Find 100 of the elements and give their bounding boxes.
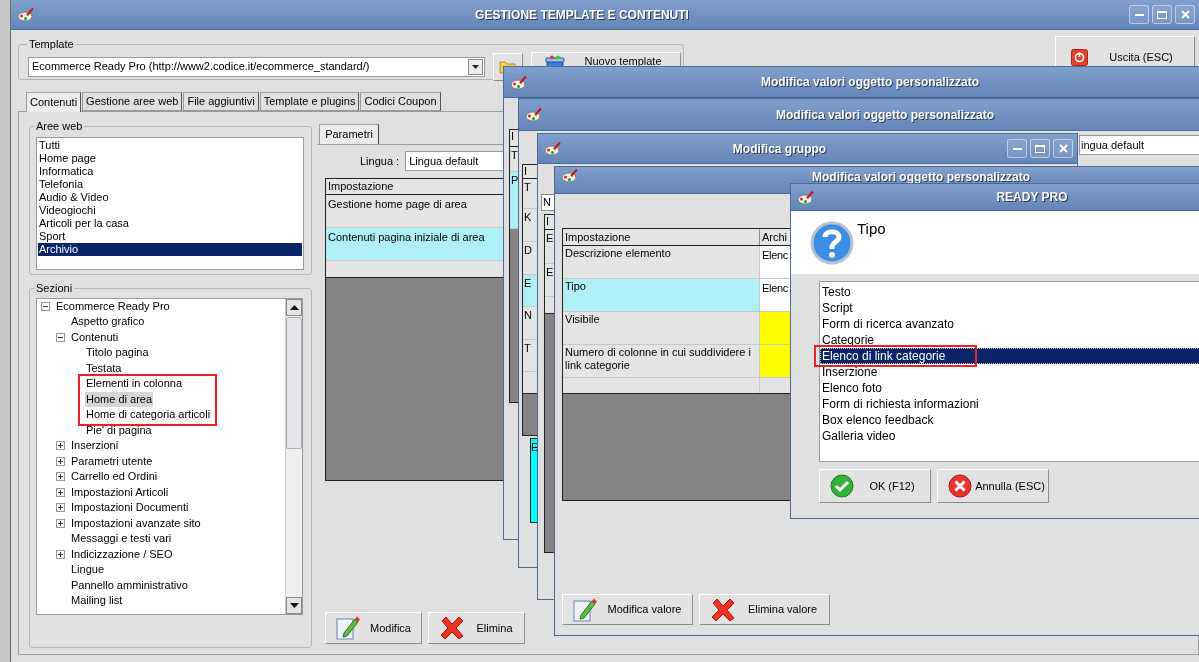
list-item[interactable]: Inserzione — [820, 364, 1199, 380]
tree-item[interactable]: Ecommerce Ready Pro — [55, 298, 171, 314]
window-title: Modifica valori oggetto personalizzato — [776, 106, 994, 124]
cancel-button[interactable]: Annulla (ESC) — [937, 469, 1049, 503]
tree-item[interactable]: Titolo pagina — [85, 345, 150, 361]
tree-item[interactable]: Parametri utente — [70, 453, 154, 469]
tree-item[interactable]: Aspetto grafico — [70, 314, 146, 330]
grid-row[interactable]: Contenuti pagina iniziale di area — [326, 228, 504, 261]
list-item[interactable]: Form di ricerca avanzato — [820, 316, 1199, 332]
collapse-icon[interactable] — [56, 332, 65, 342]
window-title: Modifica gruppo — [732, 140, 827, 158]
list-item[interactable]: Archivio — [38, 242, 302, 256]
minimize-icon — [1134, 13, 1144, 16]
minimize-button[interactable] — [1007, 139, 1027, 158]
expand-icon[interactable] — [56, 441, 65, 451]
list-item[interactable]: Categorie — [820, 332, 1199, 348]
action-button[interactable]: Modifica — [325, 612, 422, 644]
maximize-icon — [1035, 144, 1045, 153]
expand-icon[interactable] — [56, 549, 65, 559]
x-mark-icon — [439, 615, 465, 641]
grid-cell[interactable]: Numero di colonne in cui suddividere i link categorie — [563, 345, 760, 377]
tree-item[interactable]: Home di area — [85, 391, 154, 407]
collapse-icon[interactable] — [41, 301, 50, 311]
up-arrow-icon[interactable] — [289, 304, 299, 310]
list-item[interactable]: Elenco foto — [820, 380, 1199, 396]
tree-item[interactable]: Carrello ed Ordini — [70, 469, 159, 485]
list-item[interactable]: Script — [820, 300, 1199, 316]
list-item[interactable]: Box elenco feedback — [820, 412, 1199, 428]
pencil-icon — [573, 596, 597, 623]
scrollbar-thumb[interactable] — [286, 316, 302, 449]
tab[interactable]: File aggiuntivi — [183, 92, 259, 111]
palette-icon — [17, 7, 35, 22]
column-header: Archi — [761, 230, 789, 245]
tree-item[interactable]: Impostazioni Articoli — [70, 484, 170, 500]
cancel-button[interactable]: Elimina valore — [699, 594, 830, 625]
down-arrow-icon[interactable] — [289, 602, 299, 608]
list-item[interactable]: Audio & Video — [38, 190, 302, 204]
tree-item[interactable]: Pie' di pagina — [85, 422, 153, 438]
tree-item[interactable]: Home di categoria articoli — [85, 407, 212, 423]
list-item[interactable]: Videogiochi — [38, 203, 302, 217]
expand-icon[interactable] — [56, 472, 65, 482]
language-field[interactable]: ingua default — [1079, 135, 1199, 155]
expand-icon[interactable] — [56, 503, 65, 513]
tree-item[interactable]: Pannello amministrativo — [70, 577, 189, 593]
window-title: READY PRO — [996, 189, 1068, 206]
close-button[interactable] — [1053, 139, 1073, 158]
palette-icon — [510, 74, 528, 90]
tree-item[interactable]: Testata — [85, 360, 123, 376]
list-item[interactable]: Form di richiesta informazioni — [820, 396, 1199, 412]
expand-icon[interactable] — [56, 487, 65, 497]
tab[interactable]: Template e plugins — [259, 92, 360, 111]
language-field[interactable]: Lingua default — [405, 151, 506, 171]
tree-item[interactable]: Contenuti — [70, 329, 120, 345]
list-item[interactable]: Home page — [38, 151, 302, 165]
expand-icon[interactable] — [56, 456, 65, 466]
grid-cell[interactable]: Descrizione elemento — [563, 246, 760, 278]
tree-item[interactable]: Impostazioni Documenti — [70, 500, 190, 516]
tab[interactable]: Parametri — [319, 124, 379, 144]
cancel-icon — [948, 474, 972, 498]
tree-item[interactable]: Lingue — [70, 562, 106, 578]
grid-cell[interactable]: Visibile — [563, 312, 760, 344]
column-header: Impostazione — [326, 179, 504, 195]
tree-item[interactable]: Messaggi e testi vari — [70, 531, 173, 547]
close-button[interactable] — [1175, 5, 1195, 24]
list-item[interactable]: Elenco di link categorie — [820, 348, 1199, 364]
palette-icon — [544, 141, 562, 156]
list-item[interactable]: Tutti — [38, 138, 302, 152]
tab[interactable]: Contenuti — [26, 92, 82, 112]
cancel-button[interactable]: Elimina — [428, 612, 525, 644]
action-button[interactable]: OK (F12) — [819, 469, 931, 503]
tab[interactable]: Codici Coupon — [360, 92, 441, 111]
list-item[interactable]: Sport — [38, 229, 302, 243]
column-header: Impostazione — [563, 229, 760, 245]
minimize-button[interactable] — [1129, 5, 1149, 24]
x-mark-icon — [710, 596, 736, 623]
list-item[interactable]: Testo — [820, 284, 1199, 300]
template-dropdown[interactable]: Ecommerce Ready Pro (http://www2.codice.it/ecommerce_standard/) — [28, 56, 485, 77]
list-item[interactable]: Informatica — [38, 164, 302, 178]
window-title: Modifica valori oggetto personalizzato — [812, 169, 1030, 186]
minimize-icon — [1012, 147, 1022, 150]
prompt-title: Tipo — [857, 219, 886, 239]
list-item[interactable]: Telefonia — [38, 177, 302, 191]
action-button[interactable]: Modifica valore — [562, 594, 693, 625]
tab[interactable]: Gestione aree web — [82, 92, 183, 111]
grid-row[interactable]: Gestione home page di area — [326, 195, 504, 228]
question-icon — [810, 221, 854, 265]
grid-cell[interactable]: Tipo — [563, 279, 760, 311]
window-title: GESTIONE TEMPLATE E CONTENUTI — [475, 6, 689, 24]
tree-item[interactable]: Elementi in colonna — [85, 376, 183, 392]
expand-icon[interactable] — [56, 518, 65, 528]
list-item[interactable]: Galleria video — [820, 428, 1199, 444]
tree-item[interactable]: Impostazioni avanzate sito — [70, 515, 202, 531]
palette-icon — [525, 107, 543, 122]
list-item[interactable]: Articoli per la casa — [38, 216, 302, 230]
maximize-button[interactable] — [1152, 5, 1172, 24]
maximize-button[interactable] — [1030, 139, 1050, 158]
tree-item[interactable]: Mailing list — [70, 593, 124, 609]
tree-item[interactable]: Inserzioni — [70, 438, 120, 454]
scrollbar[interactable] — [285, 298, 302, 614]
tree-item[interactable]: Indicizzazione / SEO — [70, 546, 174, 562]
